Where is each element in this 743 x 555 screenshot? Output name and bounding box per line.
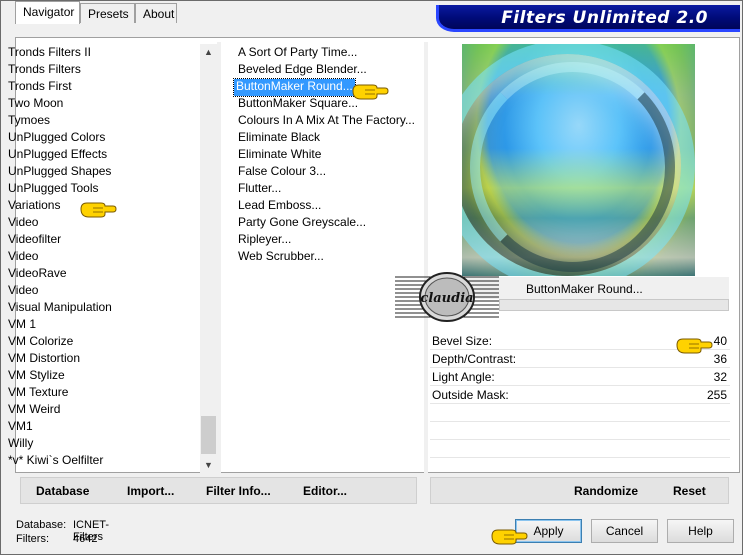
param-value[interactable]: 32 xyxy=(714,370,727,384)
filter-name-field xyxy=(499,299,729,311)
filter-item[interactable]: Lead Emboss... xyxy=(236,198,323,215)
category-item[interactable]: Willy xyxy=(8,436,33,453)
filter-item[interactable]: Ripleyer... xyxy=(236,232,293,249)
filter-item[interactable]: Web Scrubber... xyxy=(236,249,326,266)
category-item[interactable]: VM Weird xyxy=(8,402,60,419)
category-item[interactable]: UnPlugged Tools xyxy=(8,181,99,198)
preview-divider xyxy=(424,42,428,474)
scrollbar-thumb[interactable] xyxy=(201,416,216,454)
scroll-up-arrow-icon[interactable]: ▲ xyxy=(200,44,217,61)
category-item[interactable]: Tronds Filters II xyxy=(8,45,91,62)
category-item[interactable]: Tymoes xyxy=(8,113,50,130)
category-scrollbar[interactable]: ▲ ▼ xyxy=(200,44,217,474)
status-filters-value: 4642 xyxy=(73,533,98,545)
filter-item[interactable]: False Colour 3... xyxy=(236,164,328,181)
category-item[interactable]: VM1 xyxy=(8,419,33,436)
randomize-button[interactable]: Randomize xyxy=(574,484,638,498)
param-value[interactable]: 36 xyxy=(714,352,727,366)
filters-unlimited-window: Filters Unlimited 2.0 Navigator Presets … xyxy=(0,0,743,555)
cancel-button[interactable]: Cancel xyxy=(591,519,658,543)
reset-button[interactable]: Reset xyxy=(673,484,706,498)
param-value[interactable]: 40 xyxy=(714,334,727,348)
category-item[interactable]: VM Distortion xyxy=(8,351,80,368)
category-item[interactable]: Video xyxy=(8,215,38,232)
param-value[interactable]: 255 xyxy=(707,388,727,402)
status-filters-label: Filters: xyxy=(16,533,49,545)
category-item[interactable]: VM 1 xyxy=(8,317,36,334)
param-label: Outside Mask: xyxy=(432,388,509,402)
filter-preview-image[interactable] xyxy=(462,44,695,276)
filter-item[interactable]: Eliminate White xyxy=(236,147,323,164)
category-item[interactable]: VM Texture xyxy=(8,385,68,402)
category-item[interactable]: Tronds Filters xyxy=(8,62,81,79)
filter-item[interactable]: Flutter... xyxy=(236,181,283,198)
scroll-down-arrow-icon[interactable]: ▼ xyxy=(200,457,217,474)
editor-button[interactable]: Editor... xyxy=(303,484,347,498)
pointing-hand-icon xyxy=(80,202,117,218)
param-row[interactable]: Outside Mask: 255 xyxy=(430,386,730,404)
window-title: Filters Unlimited 2.0 xyxy=(501,8,708,28)
category-item[interactable]: Tronds First xyxy=(8,79,72,96)
category-item[interactable]: *v* Kiwi`s Oelfilter xyxy=(8,453,103,470)
pointing-hand-icon xyxy=(352,84,389,100)
category-item[interactable]: Videofilter xyxy=(8,232,61,249)
import-button[interactable]: Import... xyxy=(127,484,174,498)
filter-info-button[interactable]: Filter Info... xyxy=(206,484,271,498)
tab-presets[interactable]: Presets xyxy=(80,3,135,23)
status-database-label: Database: xyxy=(16,519,67,531)
status-database: Database: ICNET-Filters xyxy=(16,519,109,543)
current-filter-name: ButtonMaker Round... xyxy=(526,282,643,296)
category-item[interactable]: VM Colorize xyxy=(8,334,73,351)
category-item[interactable]: UnPlugged Effects xyxy=(8,147,107,164)
tab-navigator[interactable]: Navigator xyxy=(15,1,80,24)
param-label: Depth/Contrast: xyxy=(432,352,517,366)
title-banner: Filters Unlimited 2.0 xyxy=(436,5,740,32)
filter-item[interactable]: ButtonMaker Square... xyxy=(236,96,360,113)
filter-item[interactable]: Colours In A Mix At The Factory... xyxy=(236,113,417,130)
category-item[interactable]: Two Moon xyxy=(8,96,63,113)
pointing-hand-icon xyxy=(491,529,528,545)
category-item[interactable]: Video xyxy=(8,249,38,266)
filter-item[interactable]: Party Gone Greyscale... xyxy=(236,215,368,232)
claudia-watermark-logo: claudia xyxy=(395,272,499,322)
param-label: Bevel Size: xyxy=(432,334,493,348)
category-item[interactable]: UnPlugged Shapes xyxy=(8,164,111,181)
filter-item[interactable]: Eliminate Black xyxy=(236,130,322,147)
param-row[interactable]: Light Angle: 32 xyxy=(430,368,730,386)
watermark-text: claudia xyxy=(420,291,473,306)
list-divider xyxy=(217,42,221,474)
filter-item[interactable]: ButtonMaker Round... xyxy=(233,78,356,97)
pointing-hand-icon xyxy=(676,338,713,354)
category-item[interactable]: VM Stylize xyxy=(8,368,65,385)
tab-about[interactable]: About xyxy=(135,3,177,23)
filter-item[interactable]: A Sort Of Party Time... xyxy=(236,45,359,62)
status-filters: Filters: 4642 xyxy=(16,533,97,545)
category-item[interactable]: UnPlugged Colors xyxy=(8,130,105,147)
help-button[interactable]: Help xyxy=(667,519,734,543)
category-item[interactable]: Variations xyxy=(8,198,60,215)
param-label: Light Angle: xyxy=(432,370,495,384)
category-item[interactable]: Video xyxy=(8,283,38,300)
category-item[interactable]: Visual Manipulation xyxy=(8,300,112,317)
database-button[interactable]: Database xyxy=(36,484,89,498)
category-item[interactable]: VideoRave xyxy=(8,266,67,283)
filter-item[interactable]: Beveled Edge Blender... xyxy=(236,62,369,79)
